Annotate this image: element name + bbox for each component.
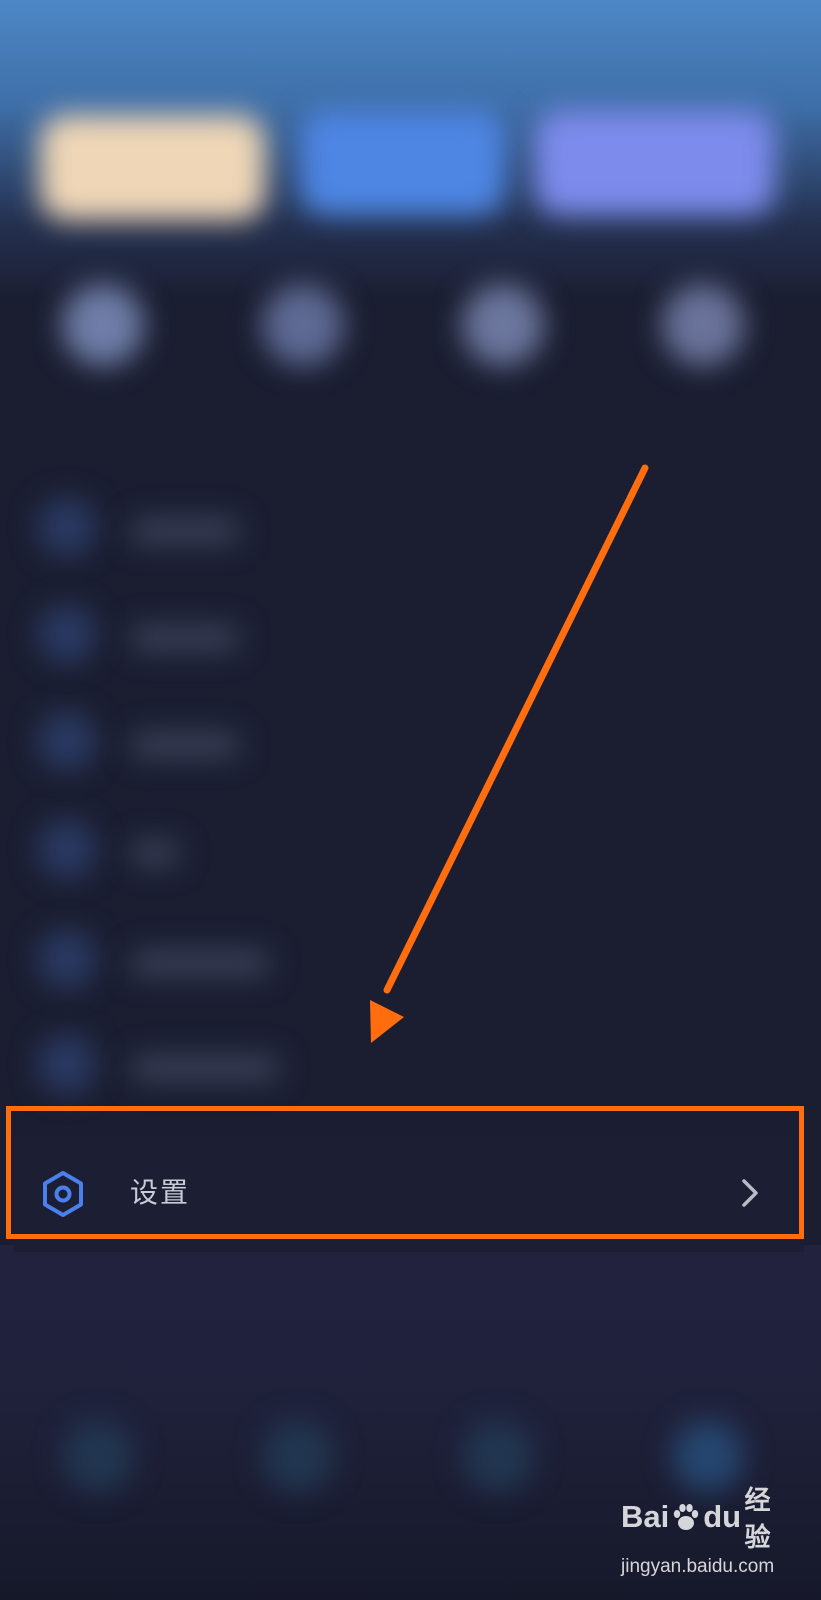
- blurred-menu-icon-3: [38, 712, 96, 770]
- blurred-menu-icon-5: [38, 930, 96, 988]
- paw-icon: [670, 1501, 702, 1533]
- blurred-card-1: [40, 115, 265, 220]
- blurred-shortcut-4: [662, 284, 744, 366]
- blurred-menu-icon-2: [38, 605, 96, 663]
- watermark-brand-right: du: [703, 1499, 742, 1534]
- blurred-menu-label-4: [130, 840, 180, 866]
- blurred-menu-icon-1: [38, 498, 96, 556]
- blurred-menu-label-1: [130, 518, 240, 544]
- baidu-jingyan-watermark: Bai du 经验 jingyan.baidu.com: [621, 1480, 775, 1578]
- blurred-menu-icon-6: [38, 1035, 96, 1093]
- blurred-dock-item-1: [62, 1420, 134, 1492]
- blurred-dock-item-3: [462, 1420, 534, 1492]
- hexagon-settings-icon: [40, 1171, 86, 1217]
- blurred-card-2: [300, 110, 505, 215]
- watermark-brand-cn: 经验: [744, 1486, 771, 1553]
- blurred-shortcut-2: [262, 284, 344, 366]
- watermark-logo: Bai du 经验: [621, 1480, 771, 1554]
- settings-label: 设置: [130, 1176, 191, 1209]
- blurred-shortcut-1: [62, 284, 144, 366]
- blurred-card-3: [535, 110, 775, 215]
- blurred-menu-label-5: [130, 950, 270, 976]
- blurred-menu-label-2: [130, 625, 240, 651]
- watermark-brand-left: Bai: [621, 1499, 670, 1534]
- settings-menu-item[interactable]: 设置: [14, 1135, 804, 1252]
- blurred-menu-label-6: [130, 1055, 280, 1081]
- blurred-menu-icon-4: [38, 820, 96, 878]
- watermark-url: jingyan.baidu.com: [621, 1556, 775, 1577]
- blurred-shortcut-3: [462, 284, 544, 366]
- blurred-dock-item-2: [262, 1420, 334, 1492]
- blurred-menu-label-3: [130, 732, 240, 758]
- chevron-right-icon: [740, 1177, 760, 1209]
